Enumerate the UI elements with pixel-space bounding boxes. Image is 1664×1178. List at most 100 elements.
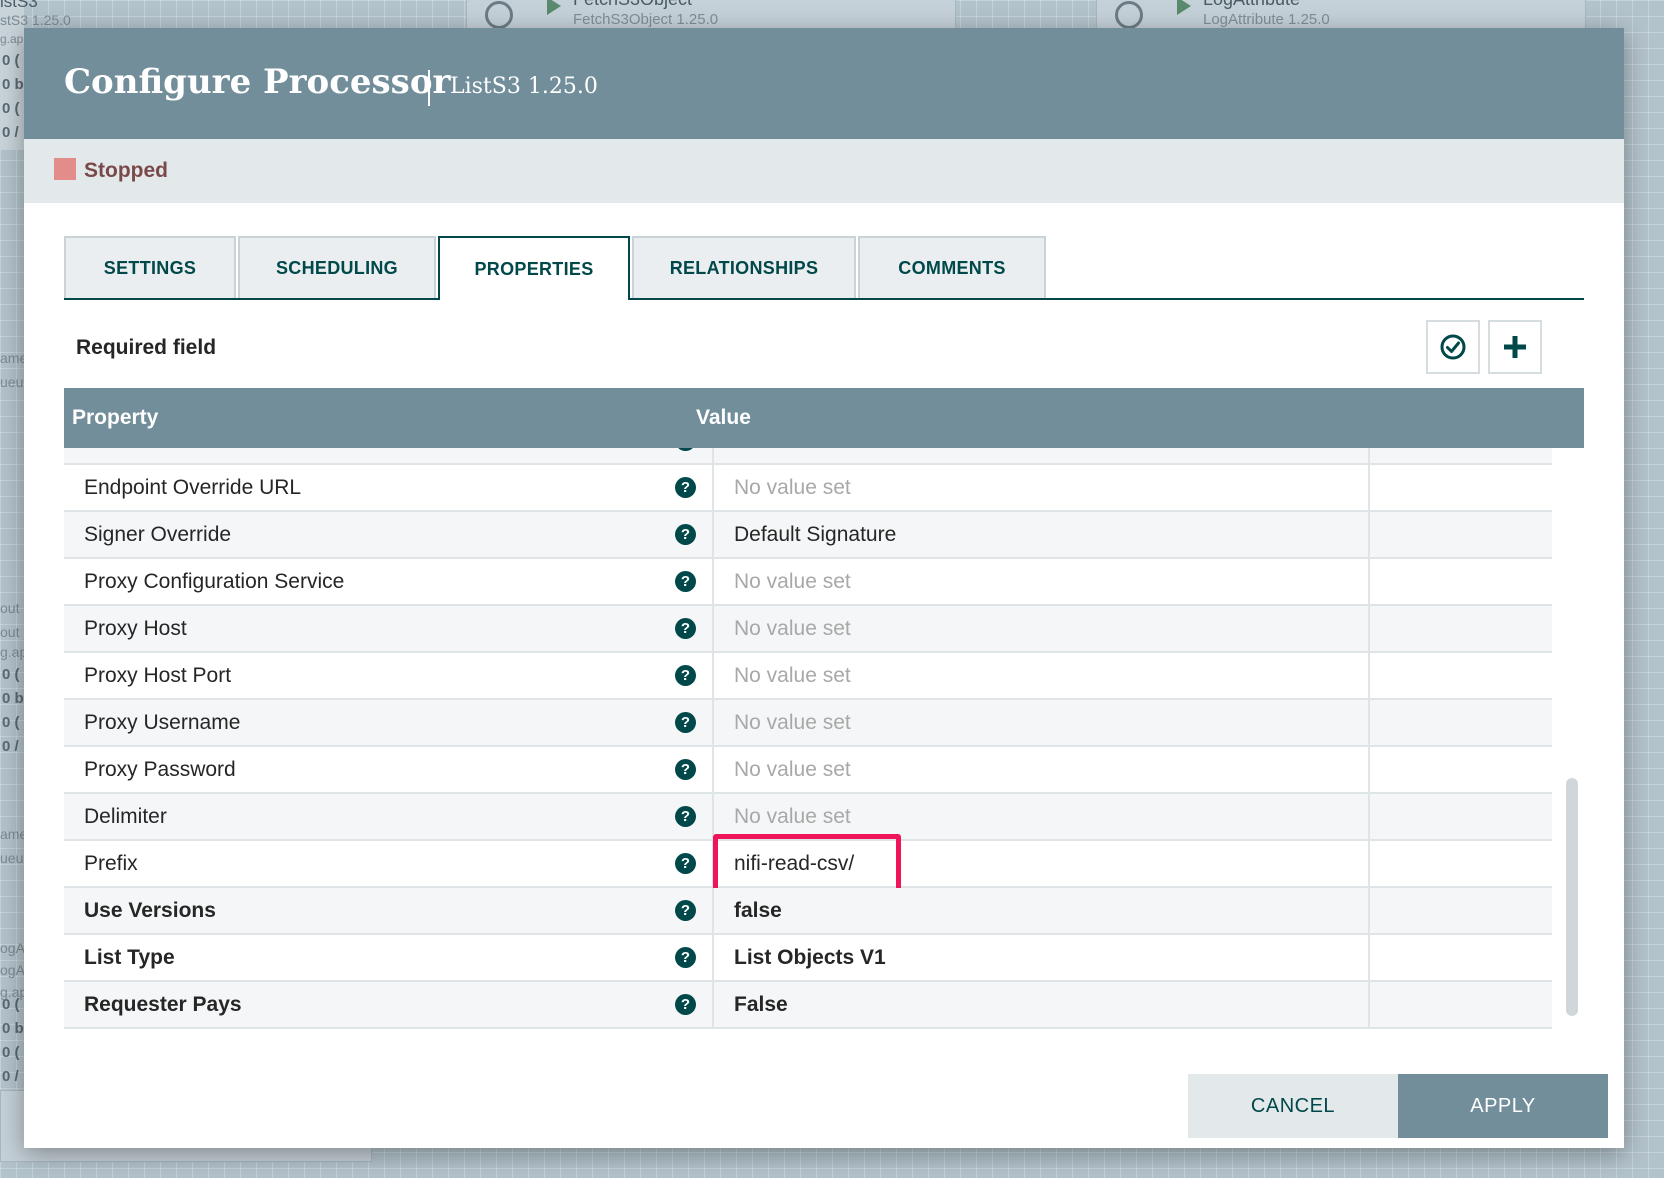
table-row[interactable]: Proxy Username? No value set <box>64 700 1552 747</box>
tab-settings[interactable]: SETTINGS <box>64 236 236 298</box>
table-row[interactable]: Delimiter? No value set <box>64 794 1552 841</box>
tab-underline <box>64 298 1584 300</box>
dialog-title: Configure Processor <box>64 62 451 102</box>
background-stat-fragment: 0 ( <box>2 1044 20 1061</box>
tab-scheduling[interactable]: SCHEDULING <box>238 236 436 298</box>
background-label-fragment: ogA <box>0 940 25 956</box>
help-icon[interactable]: ? <box>675 571 696 592</box>
column-divider <box>712 747 714 792</box>
property-value[interactable]: false <box>734 899 782 923</box>
help-icon[interactable]: ? <box>675 900 696 921</box>
background-stat-fragment: 0 ( <box>2 100 20 117</box>
property-value[interactable]: No value set <box>734 664 851 688</box>
stopped-icon <box>54 158 76 180</box>
property-name: Prefix <box>84 852 138 875</box>
background-label-fragment: ueu <box>0 850 24 866</box>
background-label-fragment: out <box>0 600 20 616</box>
play-icon <box>1177 0 1191 15</box>
cancel-button[interactable]: CANCEL <box>1188 1074 1398 1138</box>
property-value[interactable]: No value set <box>734 711 851 735</box>
help-icon[interactable]: ? <box>675 618 696 639</box>
table-row[interactable]: Proxy Host Port? No value set <box>64 653 1552 700</box>
processor-name-fragment: istS3 <box>0 0 38 11</box>
help-icon[interactable]: ? <box>675 524 696 545</box>
tab-comments[interactable]: COMMENTS <box>858 236 1046 298</box>
play-icon <box>547 0 561 15</box>
property-name: SSL Context Service <box>84 448 277 453</box>
properties-table-header: Property Value <box>64 388 1584 448</box>
property-value[interactable]: No value set <box>734 758 851 782</box>
help-icon[interactable]: ? <box>675 448 696 451</box>
scrollbar-thumb[interactable] <box>1566 778 1578 1016</box>
background-stat-fragment: 0 / <box>2 124 19 141</box>
background-label-fragment: out <box>0 624 20 640</box>
table-row[interactable]: Proxy Password? No value set <box>64 747 1552 794</box>
column-divider <box>1368 841 1370 886</box>
help-icon[interactable]: ? <box>675 806 696 827</box>
help-icon[interactable]: ? <box>675 712 696 733</box>
configure-processor-dialog: Configure Processor ListS3 1.25.0 Stoppe… <box>24 28 1624 1148</box>
column-divider <box>712 700 714 745</box>
property-value[interactable]: False <box>734 993 788 1017</box>
column-divider <box>712 559 714 604</box>
processor-version: FetchS3Object 1.25.0 <box>573 11 719 28</box>
property-value[interactable]: No value set <box>734 476 851 500</box>
table-row[interactable]: SSL Context Service? No value set <box>64 448 1552 465</box>
status-bar <box>24 139 1624 203</box>
table-row[interactable]: Prefix? nifi-read-csv/ <box>64 834 1552 896</box>
property-value[interactable]: Default Signature <box>734 523 896 547</box>
dialog-header: Configure Processor ListS3 1.25.0 <box>24 28 1624 139</box>
column-divider <box>1368 448 1370 463</box>
table-row[interactable]: Proxy Host? No value set <box>64 606 1552 653</box>
properties-rows: SSL Context Service?No value setEndpoint… <box>64 448 1552 1029</box>
table-row[interactable]: Signer Override? Default Signature <box>64 512 1552 559</box>
table-row[interactable]: Use Versions? false <box>64 888 1552 935</box>
column-divider <box>1368 653 1370 698</box>
column-divider <box>712 935 714 980</box>
background-stat-fragment: 0 b <box>2 76 24 93</box>
processor-group-fragment: g.ap <box>0 32 24 46</box>
property-value[interactable]: No value set <box>734 805 851 829</box>
header-divider <box>428 70 430 106</box>
column-divider <box>1368 935 1370 980</box>
property-name: Proxy Username <box>84 711 241 734</box>
property-name: Proxy Host <box>84 617 187 640</box>
background-stat-fragment: 0 b <box>2 690 24 707</box>
help-icon[interactable]: ? <box>675 994 696 1015</box>
background-stat-fragment: 0 b <box>2 1020 24 1037</box>
property-name: Proxy Password <box>84 758 236 781</box>
property-value[interactable]: nifi-read-csv/ <box>734 852 854 876</box>
column-divider <box>712 794 714 839</box>
table-row[interactable]: Requester Pays? False <box>64 982 1552 1029</box>
refresh-icon <box>1115 1 1143 29</box>
apply-button[interactable]: APPLY <box>1398 1074 1608 1138</box>
add-property-button[interactable] <box>1488 320 1542 374</box>
processor-version: LogAttribute 1.25.0 <box>1203 11 1330 28</box>
status-text: Stopped <box>84 159 168 182</box>
property-name: Proxy Configuration Service <box>84 570 345 593</box>
property-value[interactable]: No value set <box>734 617 851 641</box>
property-value[interactable]: List Objects V1 <box>734 946 886 970</box>
property-value[interactable]: No value set <box>734 570 851 594</box>
table-row[interactable]: Proxy Configuration Service? No value set <box>64 559 1552 606</box>
verify-properties-button[interactable] <box>1426 320 1480 374</box>
help-icon[interactable]: ? <box>675 759 696 780</box>
column-divider <box>1368 465 1370 510</box>
table-row[interactable]: List Type? List Objects V1 <box>64 935 1552 982</box>
help-icon[interactable]: ? <box>675 853 696 874</box>
column-divider <box>712 465 714 510</box>
help-icon[interactable]: ? <box>675 477 696 498</box>
property-name: Delimiter <box>84 805 167 828</box>
column-divider <box>1368 747 1370 792</box>
help-icon[interactable]: ? <box>675 947 696 968</box>
help-icon[interactable]: ? <box>675 665 696 686</box>
property-value[interactable]: No value set <box>734 448 851 453</box>
column-divider <box>712 512 714 557</box>
column-header-value: Value <box>696 406 751 429</box>
table-row[interactable]: Endpoint Override URL? No value set <box>64 465 1552 512</box>
background-stat-fragment: 0 / <box>2 738 19 755</box>
tab-relationships[interactable]: RELATIONSHIPS <box>632 236 856 298</box>
property-name: Endpoint Override URL <box>84 476 302 499</box>
column-divider <box>1368 559 1370 604</box>
tab-properties[interactable]: PROPERTIES <box>438 236 630 300</box>
